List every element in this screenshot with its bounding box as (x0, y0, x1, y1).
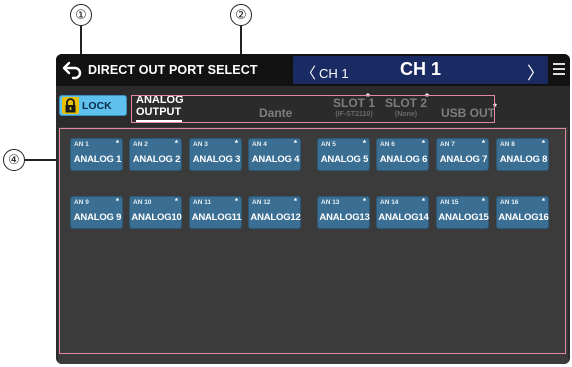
back-arrow-icon[interactable] (62, 59, 84, 81)
page-title: DIRECT OUT PORT SELECT (88, 63, 258, 77)
callout-4: ④ (3, 149, 25, 171)
header-bar: DIRECT OUT PORT SELECT 〈 CH 1 CH 1 〉 (56, 54, 570, 86)
menu-icon[interactable] (553, 63, 565, 75)
padlock-icon (62, 97, 79, 114)
current-channel-name: CH 1 (399, 59, 441, 79)
lock-button[interactable]: LOCK (59, 95, 127, 116)
lock-label: LOCK (82, 100, 112, 112)
callout-1: ① (70, 4, 92, 26)
port-grid-highlight-box (59, 128, 566, 354)
channel-navigator: 〈 CH 1 CH 1 〉 (293, 56, 548, 84)
callout-4-leader (25, 159, 60, 161)
tabs-highlight-box (131, 95, 495, 123)
callout-2: ② (230, 4, 252, 26)
next-channel-button[interactable]: 〉 (527, 59, 544, 84)
